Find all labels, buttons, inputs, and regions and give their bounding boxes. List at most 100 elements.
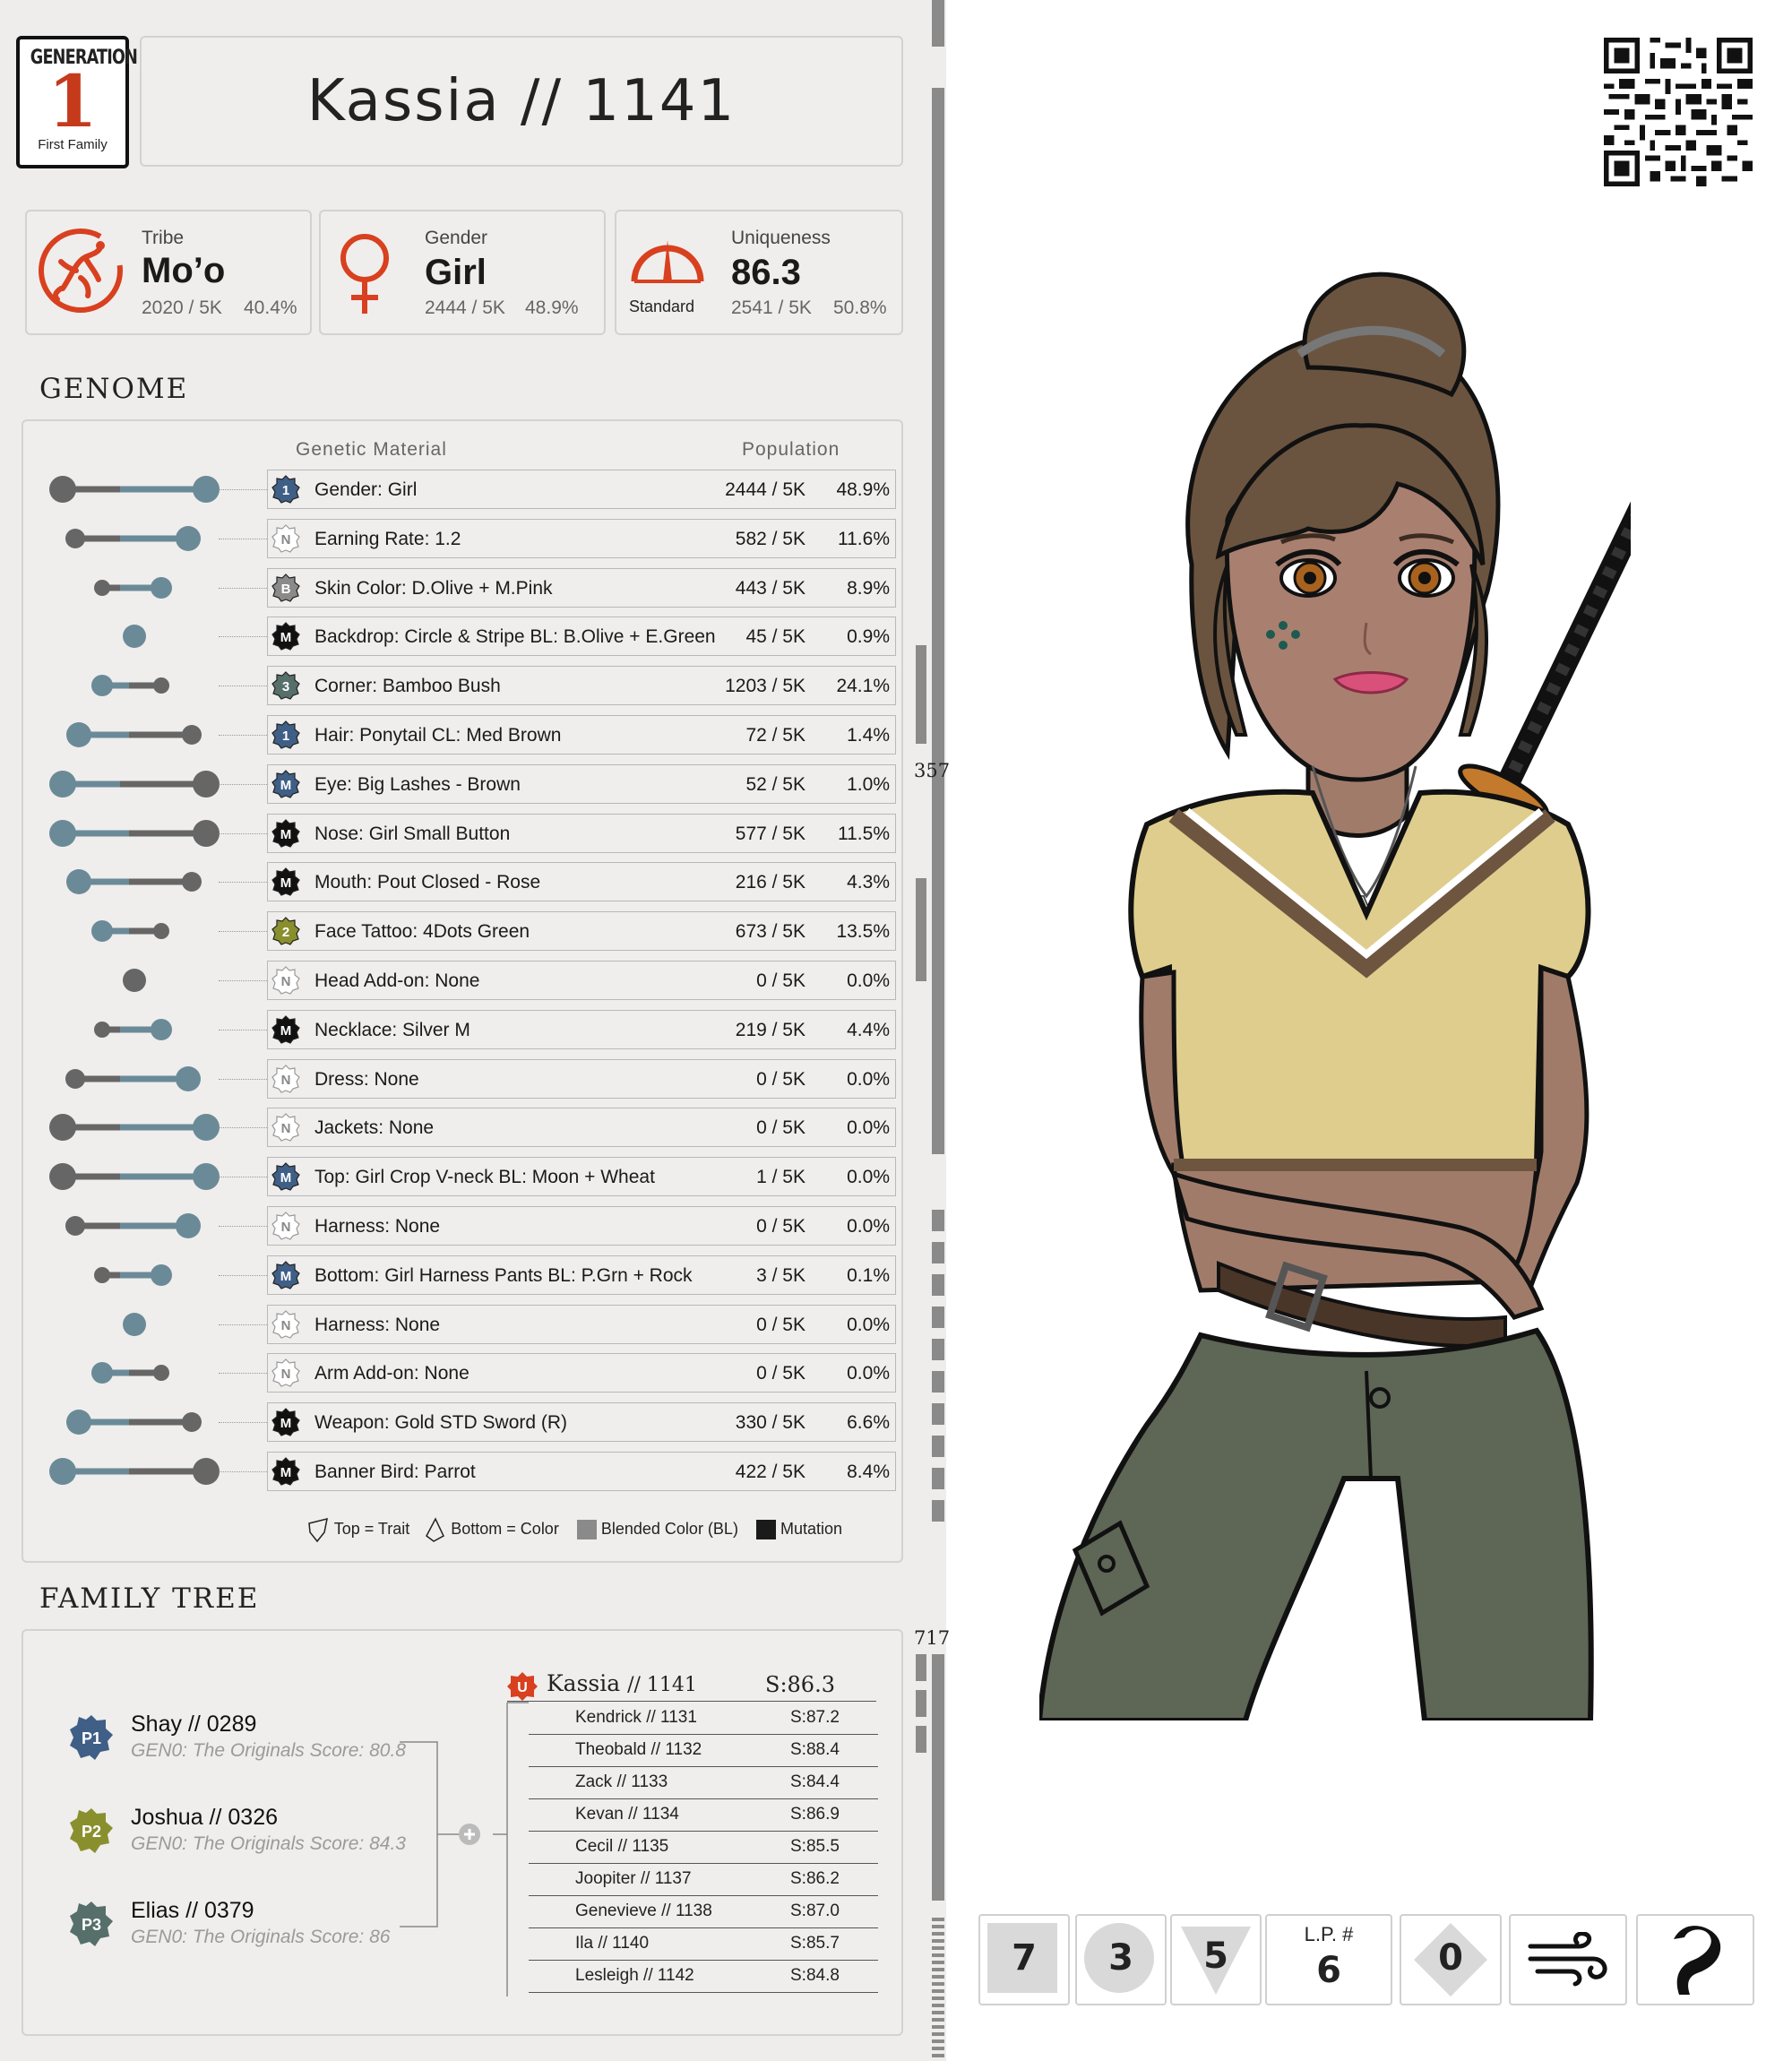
genome-row[interactable]: N Dress: None 0 / 5K 0.0% — [267, 1058, 896, 1099]
gene-badge-letter: 1 — [282, 483, 289, 498]
row-connector — [219, 489, 267, 490]
gene-badge-icon: B — [271, 573, 300, 602]
genome-row[interactable]: N Jackets: None 0 / 5K 0.0% — [267, 1108, 896, 1148]
genome-row[interactable]: M Backdrop: Circle & Stripe BL: B.Olive +… — [267, 617, 896, 657]
color-icon — [426, 1517, 445, 1542]
genome-row[interactable]: N Earning Rate: 1.2 582 / 5K 11.6% — [267, 518, 896, 558]
genome-row[interactable]: M Banner Bird: Parrot 422 / 5K 8.4% — [267, 1452, 896, 1491]
parent-tag: P3 — [82, 1916, 101, 1934]
gene-name: Mouth: Pout Closed - Rose — [314, 872, 541, 893]
self-id: // 1141 — [627, 1674, 697, 1696]
sibling-row[interactable]: Zack // 1133 S:84.4 — [529, 1767, 878, 1799]
tribe-percent: 40.4% — [244, 298, 297, 318]
self-badge-letter: U — [517, 1680, 528, 1695]
stat-circle-button[interactable]: 3 — [1075, 1914, 1167, 2005]
gene-badge-icon: N — [271, 1309, 300, 1339]
stat-square-button[interactable]: 7 — [978, 1914, 1070, 2005]
allele-graphic — [66, 1410, 202, 1436]
gene-badge-icon: M — [271, 867, 300, 897]
trait-icon — [308, 1517, 328, 1543]
gene-name: Gender: Girl — [314, 479, 418, 500]
stat-triangle-button[interactable]: 5 — [1170, 1914, 1262, 2005]
gene-name: Jackets: None — [314, 1117, 435, 1139]
circle-value: 3 — [1108, 1937, 1133, 1979]
allele-graphic — [91, 1362, 169, 1384]
parent-name[interactable]: Elias // 0379 — [131, 1898, 254, 1924]
banner-bird-button[interactable] — [1636, 1914, 1754, 2005]
sibling-row[interactable]: Ila // 1140 S:85.7 — [529, 1928, 878, 1961]
gene-badge-icon: N — [271, 1064, 300, 1093]
genome-row[interactable]: 2 Face Tattoo: 4Dots Green 673 / 5K 13.5% — [267, 911, 896, 952]
gene-badge-icon: 1 — [271, 475, 300, 504]
genome-row[interactable]: M Mouth: Pout Closed - Rose 216 / 5K 4.3% — [267, 862, 896, 902]
genome-row[interactable]: M Eye: Big Lashes - Brown 52 / 5K 1.0% — [267, 763, 896, 804]
gene-badge-letter: N — [281, 1073, 291, 1088]
gene-population: 2444 / 5K — [725, 479, 806, 500]
scroll-track — [932, 88, 944, 1154]
gene-name: Head Add-on: None — [314, 970, 480, 991]
genome-row[interactable]: M Weapon: Gold STD Sword (R) 330 / 5K 6.6% — [267, 1402, 896, 1443]
gene-name: Nose: Girl Small Button — [314, 823, 511, 844]
tribe-label: Tribe — [142, 228, 185, 248]
sibling-row[interactable]: Theobald // 1132 S:88.4 — [529, 1735, 878, 1767]
gene-percent: 6.6% — [847, 1412, 890, 1434]
stat-diamond-button[interactable]: 0 — [1400, 1914, 1502, 2005]
gene-badge-letter: N — [281, 1220, 291, 1235]
female-icon — [340, 234, 389, 314]
sibling-score: S:86.2 — [790, 1869, 840, 1888]
genome-row[interactable]: B Skin Color: D.Olive + M.Pink 443 / 5K 8.9… — [267, 567, 896, 608]
gene-name: Dress: None — [314, 1068, 419, 1090]
parent-badge-icon: P1 — [70, 1715, 113, 1760]
gene-population: 0 / 5K — [756, 1363, 806, 1384]
allele-graphic — [49, 1163, 220, 1191]
population-header: Population — [742, 439, 840, 460]
parent-name[interactable]: Joshua // 0326 — [131, 1805, 278, 1831]
allele-graphic — [91, 675, 169, 697]
gene-badge-letter: M — [280, 875, 292, 891]
sibling-name: Kendrick // 1131 — [575, 1708, 697, 1727]
sibling-row[interactable]: Kevan // 1134 S:86.9 — [529, 1799, 878, 1832]
diamond-value: 0 — [1438, 1937, 1463, 1979]
parent-name[interactable]: Shay // 0289 — [131, 1712, 256, 1738]
gene-name: Weapon: Gold STD Sword (R) — [314, 1412, 568, 1434]
sibling-row[interactable]: Joopiter // 1137 S:86.2 — [529, 1864, 878, 1896]
sibling-row[interactable]: Lesleigh // 1142 S:84.8 — [529, 1961, 878, 1993]
gene-population: 577 / 5K — [735, 823, 806, 844]
genome-row[interactable]: 3 Corner: Bamboo Bush 1203 / 5K 24.1% — [267, 666, 896, 706]
wind-button[interactable] — [1509, 1914, 1627, 2005]
gene-badge-icon: 3 — [271, 671, 300, 700]
tick-label-717: 717 — [914, 1627, 951, 1649]
genome-row[interactable]: M Necklace: Silver M 219 / 5K 4.4% — [267, 1009, 896, 1049]
genome-row[interactable]: N Arm Add-on: None 0 / 5K 0.0% — [267, 1353, 896, 1393]
genome-row[interactable]: 1 Hair: Ponytail CL: Med Brown 72 / 5K 1.4% — [267, 715, 896, 755]
genome-row[interactable]: M Top: Girl Crop V-neck BL: Moon + Wheat 1… — [267, 1157, 896, 1197]
gene-name: Harness: None — [314, 1216, 441, 1237]
uniqueness-value: 86.3 — [731, 253, 801, 292]
genome-row[interactable]: M Bottom: Girl Harness Pants BL: P.Grn + … — [267, 1255, 896, 1295]
genome-row[interactable]: 1 Gender: Girl 2444 / 5K 48.9% — [267, 470, 896, 509]
row-connector — [219, 783, 267, 785]
sibling-row[interactable]: Kendrick // 1131 S:87.2 — [529, 1703, 878, 1735]
gene-percent: 11.5% — [838, 823, 890, 844]
allele-graphic — [94, 576, 172, 599]
gene-badge-letter: N — [281, 1121, 291, 1136]
genome-row[interactable]: N Head Add-on: None 0 / 5K 0.0% — [267, 961, 896, 1000]
gene-name: Hair: Ponytail CL: Med Brown — [314, 725, 562, 746]
sibling-row[interactable]: Cecil // 1135 S:85.5 — [529, 1832, 878, 1864]
row-connector — [219, 636, 267, 638]
gene-percent: 4.4% — [847, 1019, 890, 1040]
genome-row[interactable]: M Nose: Girl Small Button 577 / 5K 11.5% — [267, 813, 896, 853]
sibling-row[interactable]: Genevieve // 1138 S:87.0 — [529, 1896, 878, 1928]
gene-percent: 4.3% — [847, 872, 890, 893]
lp-button[interactable]: L.P. # 6 — [1265, 1914, 1392, 2005]
uniqueness-label: Uniqueness — [731, 228, 831, 248]
genome-row[interactable]: N Harness: None 0 / 5K 0.0% — [267, 1304, 896, 1344]
allele-graphic — [91, 920, 169, 943]
sibling-score: S:84.8 — [790, 1966, 840, 1985]
gene-badge-letter: M — [280, 1416, 292, 1431]
gene-percent: 0.0% — [847, 1363, 890, 1384]
generation-number: 1 — [47, 59, 98, 143]
gene-badge-letter: N — [281, 1367, 291, 1382]
allele-graphic — [49, 476, 220, 503]
genome-row[interactable]: N Harness: None 0 / 5K 0.0% — [267, 1206, 896, 1246]
